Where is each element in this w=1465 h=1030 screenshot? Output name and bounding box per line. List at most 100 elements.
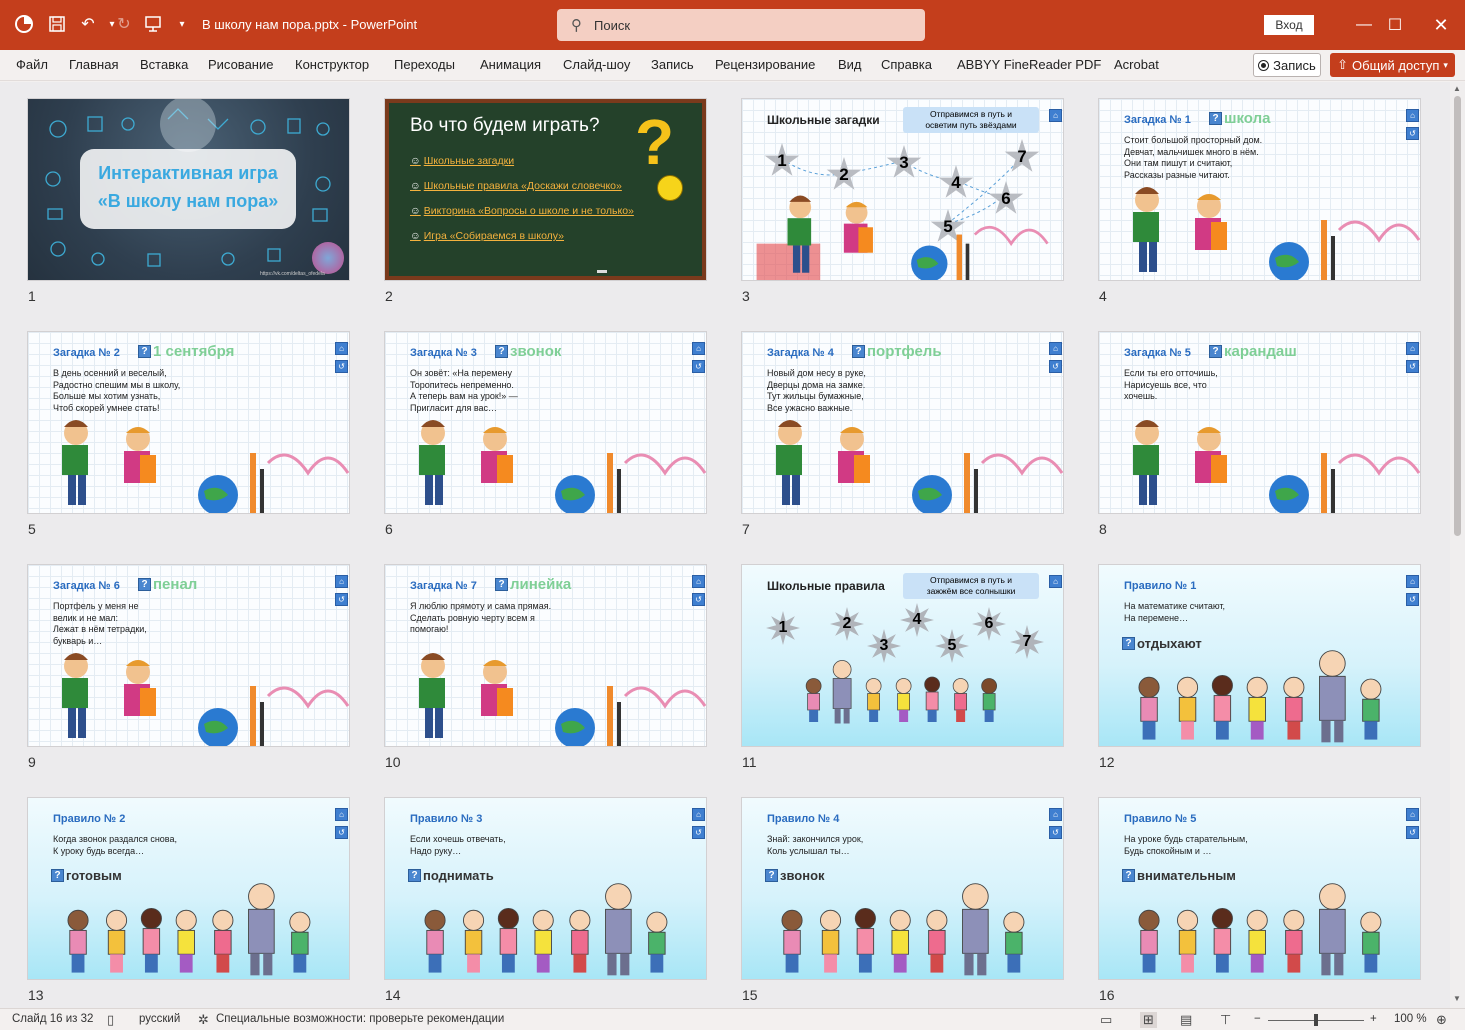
share-button[interactable]: ⇧ Общий доступ ▾ [1330,53,1455,77]
home-icon[interactable]: ⌂ [1049,342,1062,355]
riddle-answer[interactable]: ? звонок [495,343,561,360]
tab-record[interactable]: Запись [651,57,694,72]
game-link-rules[interactable]: ☺ Школьные правила «Доскажи словечко» [410,180,622,192]
home-icon[interactable]: ⌂ [1406,342,1419,355]
zoom-slider-knob[interactable] [1314,1014,1318,1026]
tab-design[interactable]: Конструктор [295,57,369,72]
home-icon[interactable]: ⌂ [692,342,705,355]
riddle-answer[interactable]: ? карандаш [1209,343,1297,360]
home-icon[interactable]: ⌂ [1049,575,1062,588]
return-icon[interactable]: ↺ [1406,826,1419,839]
redo-icon[interactable]: ↻ [112,12,136,36]
home-icon[interactable]: ⌂ [335,575,348,588]
return-icon[interactable]: ↺ [335,593,348,606]
slide-thumbnail-8[interactable]: Загадка № 5 ? карандаш Если ты его отточи… [1099,332,1420,513]
tab-animations[interactable]: Анимация [480,57,541,72]
sun-4[interactable]: 4 [900,603,934,637]
game-link-riddles[interactable]: ☺ Школьные загадки [410,155,514,167]
slide-thumbnail-7[interactable]: Загадка № 4 ? портфель Новый дом несу в р… [742,332,1063,513]
slide-thumbnail-1[interactable]: Интерактивная игра «В школу нам пора» ht… [28,99,349,280]
game-link-pack[interactable]: ☺ Игра «Собираемся в школу» [410,230,564,242]
home-icon[interactable]: ⌂ [335,808,348,821]
close-icon[interactable]: ✕ [1426,10,1456,40]
sign-in-button[interactable]: Вход [1264,15,1314,35]
slide-thumbnail-15[interactable]: Правило № 4 Знай: закончился урок, Коль … [742,798,1063,979]
tab-acrobat[interactable]: Acrobat [1114,57,1159,72]
undo-icon[interactable]: ↶ [76,12,100,36]
home-icon[interactable]: ⌂ [692,575,705,588]
vertical-scrollbar[interactable]: ▲ ▼ [1450,82,1465,1008]
search-input[interactable]: ⚲ Поиск [557,9,925,41]
home-icon[interactable]: ⌂ [1406,575,1419,588]
accessibility-status[interactable]: Специальные возможности: проверьте реком… [216,1013,504,1025]
return-icon[interactable]: ↺ [692,360,705,373]
return-icon[interactable]: ↺ [1406,127,1419,140]
spelling-book-icon[interactable]: ▯ [107,1012,114,1028]
tab-slideshow[interactable]: Слайд-шоу [563,57,630,72]
return-icon[interactable]: ↺ [1406,360,1419,373]
riddle-answer[interactable]: ? портфель [852,343,942,360]
riddle-answer[interactable]: ? школа [1209,110,1270,127]
riddle-answer[interactable]: ? пенал [138,576,197,593]
accessibility-icon[interactable]: ✲ [198,1012,209,1028]
slide-thumbnail-2[interactable]: Во что будем играть? ☺ Школьные загадки ☺… [385,99,706,280]
zoom-level[interactable]: 100 % [1394,1013,1427,1025]
tab-home[interactable]: Главная [69,57,118,72]
return-icon[interactable]: ↺ [692,593,705,606]
scroll-thumb[interactable] [1454,96,1461,536]
tab-insert[interactable]: Вставка [140,57,188,72]
return-icon[interactable]: ↺ [1049,360,1062,373]
zoom-in-icon[interactable]: + [1370,1013,1377,1025]
tab-abbyy[interactable]: ABBYY FineReader PDF [957,57,1101,72]
slide-thumbnail-5[interactable]: Загадка № 2 ? 1 сентября В день осенний и… [28,332,349,513]
language-indicator[interactable]: русский [139,1013,180,1025]
game-link-quiz[interactable]: ☺ Викторина «Вопросы о школе и не только» [410,205,634,217]
scroll-up-icon[interactable]: ▲ [1453,84,1461,93]
scroll-down-icon[interactable]: ▼ [1453,994,1461,1003]
home-icon[interactable]: ⌂ [1049,808,1062,821]
fit-to-window-icon[interactable]: ⊕ [1436,1012,1447,1028]
home-icon[interactable]: ⌂ [1406,808,1419,821]
riddle-answer[interactable]: ? 1 сентября [138,343,234,360]
save-icon[interactable] [45,12,69,36]
slide-thumbnail-10[interactable]: Загадка № 7 ? линейка Я люблю прямоту и с… [385,565,706,746]
normal-view-icon[interactable]: ▭ [1100,1012,1112,1028]
slide-thumbnail-3[interactable]: Школьные загадки Отправимся в путь и осв… [742,99,1063,280]
tab-help[interactable]: Справка [881,57,932,72]
slide-thumbnail-13[interactable]: Правило № 2 Когда звонок раздался снова,… [28,798,349,979]
slide-thumbnail-9[interactable]: Загадка № 6 ? пенал Портфель у меня не ве… [28,565,349,746]
slide-sorter-view-icon[interactable]: ⊞ [1140,1012,1157,1028]
reading-view-icon[interactable]: ▤ [1180,1012,1192,1028]
home-icon[interactable]: ⌂ [335,342,348,355]
return-icon[interactable]: ↺ [1406,593,1419,606]
tab-transitions[interactable]: Переходы [394,57,455,72]
record-button[interactable]: Запись [1253,53,1321,77]
sun-1[interactable]: 1 [766,611,800,645]
minimize-icon[interactable]: — [1349,10,1379,40]
present-from-start-icon[interactable] [141,12,165,36]
tab-review[interactable]: Рецензирование [715,57,815,72]
slide-thumbnail-14[interactable]: Правило № 3 Если хочешь отвечать, Надо р… [385,798,706,979]
return-icon[interactable]: ↺ [335,826,348,839]
maximize-icon[interactable]: ☐ [1380,10,1410,40]
slide-counter[interactable]: Слайд 16 из 32 [12,1013,93,1025]
slide-thumbnail-6[interactable]: Загадка № 3 ? звонок Он зовёт: «На переме… [385,332,706,513]
return-icon[interactable]: ↺ [335,360,348,373]
riddle-answer[interactable]: ? линейка [495,576,571,593]
customize-toolbar-icon[interactable]: ▾ [170,12,194,36]
sun-7[interactable]: 7 [1010,625,1044,659]
home-icon[interactable]: ⌂ [692,808,705,821]
slide-thumbnail-11[interactable]: Школьные правила Отправимся в путь и заж… [742,565,1063,746]
tab-view[interactable]: Вид [838,57,862,72]
sun-6[interactable]: 6 [972,607,1006,641]
slide-thumbnail-4[interactable]: Загадка № 1 ? школа Стоит большой простор… [1099,99,1420,280]
slide-thumbnail-12[interactable]: Правило № 1 На математике считают, На пе… [1099,565,1420,746]
return-icon[interactable]: ↺ [1049,826,1062,839]
return-icon[interactable]: ↺ [692,826,705,839]
tab-draw[interactable]: Рисование [208,57,273,72]
slideshow-view-icon[interactable]: ⊤ [1220,1012,1231,1028]
zoom-out-icon[interactable]: − [1254,1013,1261,1025]
home-icon[interactable]: ⌂ [1406,109,1419,122]
tab-file[interactable]: Файл [16,57,48,72]
sun-2[interactable]: 2 [830,607,864,641]
